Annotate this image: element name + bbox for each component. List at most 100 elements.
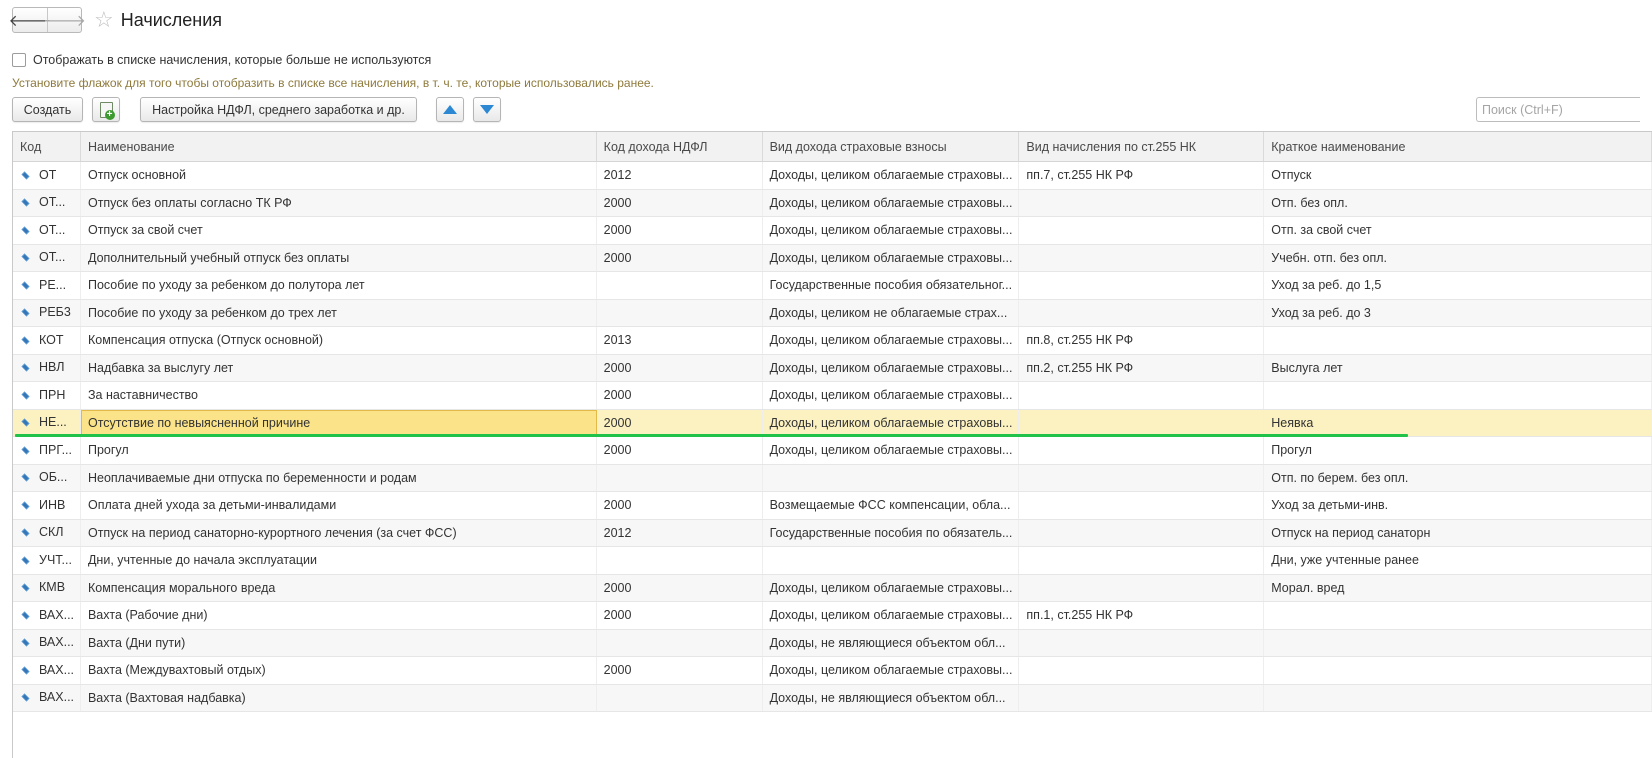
cell-insurance-type — [763, 464, 1020, 491]
cell-code: КМВ — [13, 574, 81, 601]
show-unused-label: Отображать в списке начисления, которые … — [33, 53, 432, 67]
table-row[interactable]: ОТ... Отпуск за свой счет 2000 Доходы, цели… — [13, 217, 1652, 245]
cell-insurance-type: Доходы, целиком облагаемые страховы... — [763, 244, 1020, 271]
code-text: ВАХ... — [39, 607, 75, 622]
accrual-type-icon — [21, 501, 30, 510]
cell-art255 — [1019, 629, 1265, 656]
table-row[interactable]: ИНВ Оплата дней ухода за детьми-инвалидам… — [13, 492, 1652, 520]
back-arrow-icon[interactable]: 🡐 — [9, 8, 52, 32]
cell-insurance-type: Доходы, целиком облагаемые страховы... — [763, 327, 1020, 354]
cell-short-name: Уход за реб. до 1,5 — [1264, 272, 1652, 299]
cell-name: Компенсация морального вреда — [81, 574, 597, 601]
table-row[interactable]: КОТ Компенсация отпуска (Отпуск основной)… — [13, 327, 1652, 355]
cell-ndfl-code: 2000 — [597, 409, 763, 436]
cell-short-name: Отп. по берем. без опл. — [1264, 464, 1652, 491]
cell-insurance-type: Государственные пособия обязательног... — [763, 272, 1020, 299]
cell-art255 — [1019, 217, 1265, 244]
cell-insurance-type: Возмещаемые ФСС компенсации, обла... — [763, 492, 1020, 519]
accrual-type-icon — [21, 281, 30, 290]
cell-name: Вахта (Вахтовая надбавка) — [81, 684, 597, 711]
cell-insurance-type: Доходы, не являющиеся объектом обл... — [763, 629, 1020, 656]
accruals-table: Код Наименование Код дохода НДФЛ Вид дох… — [12, 131, 1652, 758]
create-button[interactable]: Создать — [12, 97, 83, 122]
cell-short-name: Отп. без опл. — [1264, 189, 1652, 216]
show-unused-checkbox[interactable] — [12, 53, 26, 67]
highlight-underline — [15, 434, 1408, 437]
cell-insurance-type: Доходы, целиком облагаемые страховы... — [763, 382, 1020, 409]
cell-insurance-type: Доходы, целиком облагаемые страховы... — [763, 162, 1020, 189]
table-row[interactable]: ВАХ... Вахта (Вахтовая надбавка) Доходы, н… — [13, 684, 1652, 712]
cell-code: НЕ... — [13, 409, 81, 436]
cell-name: За наставничество — [81, 382, 597, 409]
move-down-button[interactable] — [473, 97, 501, 122]
cell-art255 — [1019, 657, 1265, 684]
table-row[interactable]: ПРН За наставничество 2000 Доходы, целиком … — [13, 382, 1652, 410]
code-text: НЕ... — [39, 415, 67, 430]
cell-ndfl-code: 2000 — [597, 602, 763, 629]
accrual-type-icon — [21, 308, 30, 317]
table-row[interactable]: ОТ... Отпуск без оплаты согласно ТК РФ 200… — [13, 189, 1652, 217]
table-row[interactable]: ВАХ... Вахта (Рабочие дни) 2000 Доходы, цел… — [13, 602, 1652, 630]
copy-button[interactable] — [92, 97, 120, 122]
table-row[interactable]: УЧТ... Дни, учтенные до начала эксплуатац… — [13, 547, 1652, 575]
cell-short-name — [1264, 602, 1652, 629]
column-header-short-name[interactable]: Краткое наименование — [1264, 132, 1652, 161]
cell-name: Отпуск за свой счет — [81, 217, 597, 244]
cell-code: ВАХ... — [13, 602, 81, 629]
cell-ndfl-code — [597, 547, 763, 574]
table-row[interactable]: ПРГ... Прогул 2000 Доходы, целиком облагаем… — [13, 437, 1652, 465]
cell-name: Вахта (Рабочие дни) — [81, 602, 597, 629]
cell-ndfl-code — [597, 464, 763, 491]
table-row[interactable]: КМВ Компенсация морального вреда 2000 Доход… — [13, 574, 1652, 602]
cell-insurance-type: Доходы, целиком облагаемые страховы... — [763, 574, 1020, 601]
settings-button[interactable]: Настройка НДФЛ, среднего заработка и др. — [140, 97, 417, 122]
forward-arrow-icon[interactable]: 🡒 — [43, 8, 86, 32]
move-up-button[interactable] — [436, 97, 464, 122]
table-row[interactable]: РЕБ3 Пособие по уходу за ребенком до трех… — [13, 299, 1652, 327]
cell-short-name — [1264, 657, 1652, 684]
accrual-type-icon — [21, 611, 30, 620]
cell-code: ПРГ... — [13, 437, 81, 464]
cell-short-name: Дни, уже учтенные ранее — [1264, 547, 1652, 574]
cell-code: РЕ... — [13, 272, 81, 299]
column-header-ndfl-code[interactable]: Код дохода НДФЛ — [597, 132, 763, 161]
accrual-type-icon — [21, 556, 30, 565]
accrual-type-icon — [21, 693, 30, 702]
cell-art255 — [1019, 244, 1265, 271]
cell-art255 — [1019, 272, 1265, 299]
accrual-type-icon — [21, 418, 30, 427]
table-row[interactable]: СКЛ Отпуск на период санаторно-курортного… — [13, 519, 1652, 547]
cell-name: Отпуск основной — [81, 162, 597, 189]
table-row[interactable]: ОТ Отпуск основной 2012 Доходы, целиком обл… — [13, 162, 1652, 190]
cell-ndfl-code: 2000 — [597, 657, 763, 684]
accrual-type-icon — [21, 473, 30, 482]
table-row[interactable]: НВЛ Надбавка за выслугу лет 2000 Доходы, це… — [13, 354, 1652, 382]
cell-code: ОБ... — [13, 464, 81, 491]
search-input[interactable] — [1476, 97, 1640, 122]
cell-art255: пп.2, ст.255 НК РФ — [1019, 354, 1265, 381]
code-text: КОТ — [39, 332, 64, 347]
column-header-name[interactable]: Наименование — [81, 132, 597, 161]
table-row[interactable]: НЕ... Отсутствие по невыясненной причине 2… — [13, 409, 1652, 437]
show-unused-checkbox-row[interactable]: Отображать в списке начисления, которые … — [12, 53, 431, 67]
favorite-star-icon[interactable]: ☆ — [94, 9, 114, 31]
toolbar: Создать Настройка НДФЛ, среднего заработ… — [12, 97, 1640, 122]
table-row[interactable]: ВАХ... Вахта (Дни пути) Доходы, не являющи… — [13, 629, 1652, 657]
cell-name: Отсутствие по невыясненной причине — [80, 409, 597, 436]
cell-short-name: Уход за детьми-инв. — [1264, 492, 1652, 519]
table-row[interactable]: ОБ... Неоплачиваемые дни отпуска по берем… — [13, 464, 1652, 492]
table-row[interactable]: РЕ... Пособие по уходу за ребенком до пол… — [13, 272, 1652, 300]
column-header-art255[interactable]: Вид начисления по ст.255 НК — [1019, 132, 1265, 161]
table-row[interactable]: ОТ... Дополнительный учебный отпуск без о… — [13, 244, 1652, 272]
cell-art255 — [1019, 409, 1265, 436]
filter-hint: Установите флажок для того чтобы отобраз… — [12, 76, 654, 90]
column-header-insurance-type[interactable]: Вид дохода страховые взносы — [763, 132, 1020, 161]
cell-code: ОТ... — [13, 217, 81, 244]
column-header-code[interactable]: Код — [13, 132, 81, 161]
table-row[interactable]: ВАХ... Вахта (Междувахтовый отдых) 2000 Дох… — [13, 657, 1652, 685]
cell-ndfl-code — [597, 299, 763, 326]
accrual-type-icon — [21, 363, 30, 372]
cell-name: Оплата дней ухода за детьми-инвалидами — [81, 492, 597, 519]
cell-name: Надбавка за выслугу лет — [81, 354, 597, 381]
cell-ndfl-code: 2000 — [597, 217, 763, 244]
